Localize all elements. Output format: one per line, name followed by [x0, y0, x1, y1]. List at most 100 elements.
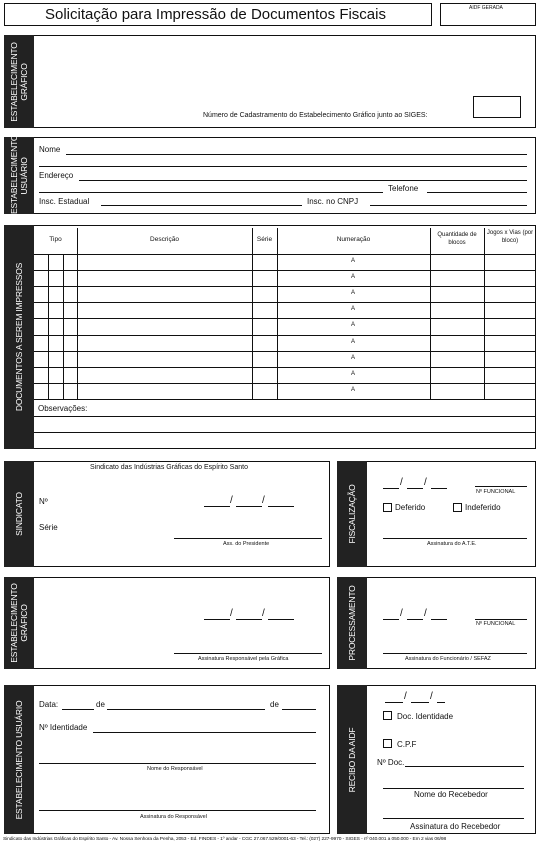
deferido-label: Deferido [395, 503, 426, 512]
data-de-label-1: de [96, 700, 105, 709]
observacoes-label: Observações: [38, 404, 88, 413]
data-year-field[interactable] [282, 709, 316, 710]
title-box: Solicitação para Impressão de Documentos… [4, 3, 432, 26]
identidade-field[interactable] [93, 732, 316, 733]
data-month-field[interactable] [107, 709, 265, 710]
section-label: SINDICATO [14, 492, 24, 536]
side-documentos: DOCUMENTOS A SEREM IMPRESSOS [4, 225, 34, 449]
num-doc-field[interactable] [405, 766, 524, 767]
section-label: ESTABELECIMENTO USUÁRIO [9, 134, 29, 214]
ass-responsavel-line[interactable] [39, 810, 316, 811]
ate-signature-line[interactable] [383, 538, 527, 539]
section-label: RECIBO DA AIDF [347, 727, 357, 792]
side-recibo: RECIBO DA AIDF [337, 685, 367, 834]
aidf-gerada-box[interactable]: AIDF GERADA [440, 3, 536, 26]
numeracao-range-separator: A [350, 339, 355, 345]
nome-responsavel-line[interactable] [39, 763, 316, 764]
grafica-signature-label: Assinatura Responsável pela Gráfica [198, 656, 289, 662]
nome-recebedor-line[interactable] [383, 788, 524, 789]
endereco-field[interactable] [79, 180, 527, 181]
insc-estadual-label: Insc. Estadual [39, 197, 90, 206]
sindicato-numero-label: Nº [39, 497, 48, 506]
ass-responsavel-label: Assinatura do Responsável [140, 814, 207, 820]
sefaz-signature-label: Assinatura do Funcionário / SEFAZ [405, 656, 491, 662]
nome-field[interactable] [66, 154, 527, 155]
endereco-label: Endereço [39, 171, 74, 180]
nome-responsavel-label: Nome do Responsável [147, 766, 203, 772]
header-descricao: Descrição [150, 236, 179, 243]
section-sindicato [4, 461, 330, 567]
numeracao-range-separator: A [350, 274, 355, 280]
header-numeracao: Numeração [336, 236, 371, 243]
side-estab-usuario: ESTABELECIMENTO USUÁRIO [4, 134, 34, 214]
numeracao-range-separator: A [350, 355, 355, 361]
aidf-gerada-label: AIDF GERADA [469, 5, 503, 11]
section-label: ESTABELECIMENTO GRÁFICO [9, 583, 29, 663]
table-row-divider [34, 302, 536, 303]
doc-identidade-checkbox[interactable] [383, 711, 392, 720]
numeracao-range-separator: A [350, 258, 355, 264]
nome-label: Nome [39, 145, 61, 154]
processamento-nfuncional-label: Nº FUNCIONAL [476, 621, 516, 627]
fiscalizacao-nfuncional-label: Nº FUNCIONAL [476, 489, 516, 495]
data-label: Data: [39, 700, 59, 709]
numeracao-range-separator: A [350, 290, 355, 296]
side-estab-grafico: ESTABELECIMENTO GRÁFICO [4, 35, 34, 128]
table-row-divider [34, 286, 536, 287]
indeferido-label: Indeferido [465, 503, 501, 512]
grafica-signature-line[interactable] [174, 653, 322, 654]
telefone-field[interactable] [427, 192, 527, 193]
side-sindicato: SINDICATO [4, 461, 34, 567]
page-title: Solicitação para Impressão de Documentos… [45, 6, 386, 23]
side-fiscalizacao: FISCALIZAÇÃO [337, 461, 367, 567]
ate-signature-label: Assinatura do A.T.E. [427, 541, 477, 547]
insc-estadual-field[interactable] [101, 205, 302, 206]
section-label: DOCUMENTOS A SEREM IMPRESSOS [14, 262, 24, 412]
fiscalizacao-nfuncional-line[interactable] [475, 486, 527, 487]
cpf-checkbox[interactable] [383, 739, 392, 748]
footer-text: Sindicato das Indústrias Gráficas do Esp… [3, 837, 447, 842]
header-serie: Série [256, 236, 273, 243]
section-label: ESTABELECIMENTO USUÁRIO [14, 700, 24, 819]
identidade-label: Nº Identidade [39, 723, 88, 732]
table-row-divider [34, 318, 536, 319]
table-row-divider [34, 351, 536, 352]
ass-presidente-line[interactable] [174, 538, 322, 539]
ass-recebedor-line[interactable] [383, 818, 524, 819]
num-doc-label: Nº Doc. [377, 758, 405, 767]
nome-recebedor-label: Nome do Recebedor [414, 790, 488, 799]
header-jogos: Jogos x Vias (por bloco) [486, 230, 534, 244]
numeracao-range-separator: A [350, 371, 355, 377]
cadastro-number-box[interactable] [473, 96, 521, 118]
indeferido-checkbox[interactable] [453, 503, 462, 512]
table-row-divider [34, 367, 536, 368]
insc-cnpj-label: Insc. no CNPJ [307, 197, 359, 206]
header-tipo: Tipo [49, 236, 62, 243]
nome-field-2[interactable] [39, 166, 527, 167]
table-row-divider [34, 335, 536, 336]
section-label: FISCALIZAÇÃO [347, 484, 357, 544]
cadastro-label: Número de Cadastramento do Estabelecimen… [203, 112, 428, 119]
section-label: PROCESSAMENTO [347, 585, 357, 661]
table-row-divider [34, 270, 536, 271]
numeracao-range-separator: A [350, 322, 355, 328]
numeracao-range-separator: A [350, 387, 355, 393]
header-quantidade: Quantidade de blocos [437, 232, 477, 246]
processamento-nfuncional-line[interactable] [475, 619, 527, 620]
data-day-field[interactable] [62, 709, 94, 710]
doc-identidade-label: Doc. Identidade [397, 712, 454, 721]
sindicato-serie-label: Série [39, 523, 58, 532]
table-row-divider [34, 383, 536, 384]
sefaz-signature-line[interactable] [383, 653, 527, 654]
sindicato-title: Sindicato das Indústrias Gráficas do Esp… [90, 464, 248, 471]
deferido-checkbox[interactable] [383, 503, 392, 512]
side-processamento: PROCESSAMENTO [337, 577, 367, 669]
telefone-label: Telefone [388, 184, 419, 193]
insc-cnpj-field[interactable] [370, 205, 527, 206]
ass-recebedor-label: Assinatura do Recebedor [410, 822, 501, 831]
endereco-field-2[interactable] [39, 192, 383, 193]
side-estab-grafico-2: ESTABELECIMENTO GRÁFICO [4, 577, 34, 669]
side-estab-usuario-2: ESTABELECIMENTO USUÁRIO [4, 685, 34, 834]
section-label: ESTABELECIMENTO GRÁFICO [9, 41, 29, 122]
data-de-label-2: de [270, 700, 279, 709]
